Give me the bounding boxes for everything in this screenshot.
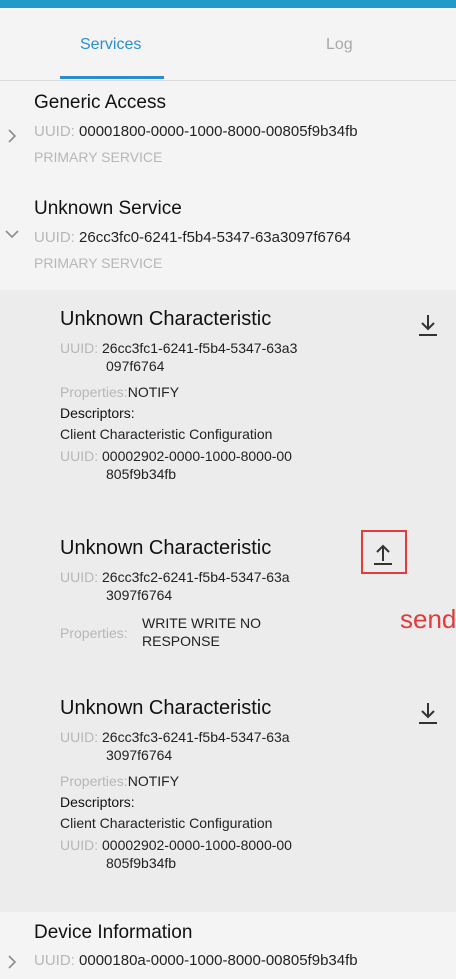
uuid-label: UUID: xyxy=(60,569,99,585)
service-uuid: UUID: 26cc3fc0-6241-f5b4-5347-63a3097f67… xyxy=(34,229,351,246)
uuid-label: UUID: xyxy=(34,952,75,969)
uuid-label: UUID: xyxy=(60,837,99,853)
uuid-value-part2: 805f9b34fb xyxy=(106,466,177,482)
uuid-value-part1: 26cc3fc1-6241-f5b4-5347-63a3 xyxy=(102,340,298,356)
read-button[interactable] xyxy=(415,700,441,726)
properties-value-line1: WRITE WRITE NO xyxy=(142,615,261,631)
descriptor-name: Client Characteristic Configuration xyxy=(60,815,273,831)
characteristic-uuid: UUID: 26cc3fc2-6241-f5b4-5347-63a xyxy=(60,568,390,586)
descriptor-name: Client Characteristic Configuration xyxy=(60,426,273,442)
properties-value: NOTIFY xyxy=(127,773,180,789)
characteristic-1: Unknown Characteristic UUID: 26cc3fc1-62… xyxy=(60,308,390,483)
uuid-value: 00001800-0000-1000-8000-00805f9b34fb xyxy=(79,123,358,140)
descriptor-uuid: UUID: 00002902-0000-1000-8000-00 xyxy=(60,836,390,854)
write-button[interactable] xyxy=(370,540,396,566)
uuid-value-part1: 26cc3fc2-6241-f5b4-5347-63a xyxy=(102,569,290,585)
service-uuid: UUID: 0000180a-0000-1000-8000-00805f9b34… xyxy=(34,952,358,969)
properties-value-line2: RESPONSE xyxy=(142,633,220,649)
uuid-label: UUID: xyxy=(60,340,99,356)
uuid-value-part2: 097f6764 xyxy=(106,358,165,374)
descriptors-label: Descriptors: xyxy=(60,405,135,421)
properties-label: Properties: xyxy=(60,384,128,400)
download-icon xyxy=(419,315,437,336)
top-accent-bar xyxy=(0,0,456,8)
service-type: PRIMARY SERVICE xyxy=(34,149,163,165)
properties-label: Properties: xyxy=(60,773,128,789)
characteristic-properties: Properties:NOTIFY xyxy=(60,383,390,401)
characteristic-properties: Properties:NOTIFY xyxy=(60,772,390,790)
chevron-down-icon xyxy=(5,230,19,239)
uuid-value-part1: 00002902-0000-1000-8000-00 xyxy=(102,448,292,464)
properties-value: NOTIFY xyxy=(127,384,180,400)
uuid-label: UUID: xyxy=(34,123,75,140)
tab-services[interactable]: Services xyxy=(80,36,141,54)
service-type: PRIMARY SERVICE xyxy=(34,255,163,271)
uuid-label: UUID: xyxy=(60,448,99,464)
service-device-information[interactable]: Device Information UUID: 0000180a-0000-1… xyxy=(0,914,456,979)
chevron-right-icon xyxy=(8,955,17,969)
uuid-value-part2: 3097f6764 xyxy=(106,747,173,763)
characteristic-3: Unknown Characteristic UUID: 26cc3fc3-62… xyxy=(60,697,390,872)
uuid-label: UUID: xyxy=(34,229,75,246)
characteristic-uuid: UUID: 26cc3fc1-6241-f5b4-5347-63a3 xyxy=(60,339,390,357)
service-unknown[interactable]: Unknown Service UUID: 26cc3fc0-6241-f5b4… xyxy=(0,188,456,288)
uuid-value: 26cc3fc0-6241-f5b4-5347-63a3097f6764 xyxy=(79,229,351,246)
tab-log[interactable]: Log xyxy=(326,36,353,54)
service-title: Unknown Service xyxy=(34,198,182,219)
send-annotation: send xyxy=(400,604,456,634)
service-title: Generic Access xyxy=(34,92,166,113)
uuid-value: 0000180a-0000-1000-8000-00805f9b34fb xyxy=(79,952,358,969)
service-title: Device Information xyxy=(34,922,193,943)
descriptor-uuid: UUID: 00002902-0000-1000-8000-00 xyxy=(60,447,390,465)
characteristic-title: Unknown Characteristic xyxy=(60,537,272,559)
characteristic-title: Unknown Characteristic xyxy=(60,308,272,330)
upload-icon xyxy=(374,544,392,565)
chevron-right-icon xyxy=(8,129,17,143)
uuid-label: UUID: xyxy=(60,729,99,745)
tab-bar: Services Log xyxy=(0,8,456,81)
uuid-value-part2: 805f9b34fb xyxy=(106,855,177,871)
active-tab-indicator xyxy=(60,76,164,79)
service-uuid: UUID: 00001800-0000-1000-8000-00805f9b34… xyxy=(34,123,358,140)
read-button[interactable] xyxy=(415,312,441,338)
uuid-value-part2: 3097f6764 xyxy=(106,587,173,603)
properties-label: Properties: xyxy=(60,625,128,641)
characteristic-properties: Properties: WRITE WRITE NO RESPONSE xyxy=(60,614,390,650)
descriptors-label: Descriptors: xyxy=(60,794,135,810)
service-generic-access[interactable]: Generic Access UUID: 00001800-0000-1000-… xyxy=(0,82,456,182)
download-icon xyxy=(419,703,437,724)
characteristic-title: Unknown Characteristic xyxy=(60,697,272,719)
uuid-value-part1: 00002902-0000-1000-8000-00 xyxy=(102,837,292,853)
uuid-value-part1: 26cc3fc3-6241-f5b4-5347-63a xyxy=(102,729,290,745)
characteristic-2: Unknown Characteristic UUID: 26cc3fc2-62… xyxy=(60,537,390,650)
characteristic-uuid: UUID: 26cc3fc3-6241-f5b4-5347-63a xyxy=(60,728,390,746)
